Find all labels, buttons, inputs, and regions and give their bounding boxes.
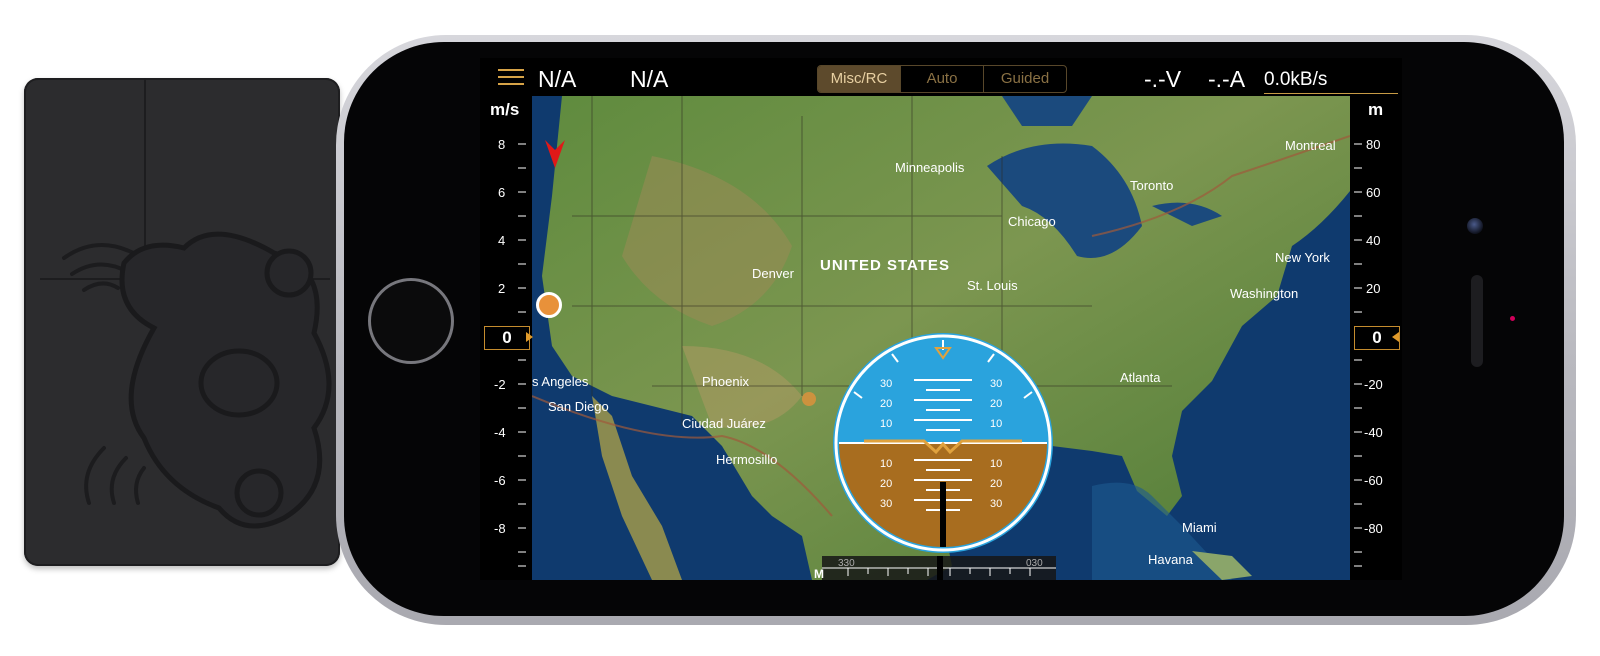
city-label: New York — [1275, 250, 1330, 265]
waypoint-marker[interactable] — [802, 392, 816, 406]
altitude-tick-label: 80 — [1366, 137, 1381, 152]
flight-mode-selector: Misc/RC Auto Guided — [817, 65, 1067, 93]
heading-mark: M — [814, 567, 824, 580]
heading-strip — [822, 556, 1056, 580]
altitude-tick-label: 20 — [1366, 281, 1381, 296]
pitch-label: 10 — [880, 418, 893, 430]
speed-tick-label: -4 — [494, 425, 506, 440]
vehicle-arrow-icon[interactable] — [544, 138, 566, 172]
speed-tick-label: -6 — [494, 473, 506, 488]
city-label: Phoenix — [702, 374, 749, 389]
altitude-tick-label: -40 — [1364, 425, 1383, 440]
app-screen: UNITED STATES Minneapolis Montreal Toron… — [480, 58, 1402, 580]
rate-underline — [1264, 93, 1398, 94]
heading-label: 330 — [838, 558, 855, 569]
speed-tick-label: 4 — [498, 233, 506, 248]
voltage-readout: -.-V — [1144, 66, 1182, 92]
city-label: Miami — [1182, 520, 1217, 535]
mode-auto[interactable]: Auto — [901, 66, 984, 92]
speed-tick-label: -2 — [494, 377, 506, 392]
accessory-module — [24, 78, 340, 566]
earpiece-speaker — [1471, 275, 1483, 367]
mascot-logo-icon — [62, 231, 332, 529]
country-label: UNITED STATES — [820, 257, 950, 274]
pitch-label: 30 — [880, 378, 893, 390]
city-label: Montreal — [1285, 138, 1336, 153]
altitude-tick-label: 40 — [1366, 233, 1381, 248]
city-label: s Angeles — [532, 374, 589, 389]
pitch-label: 30 — [990, 498, 1003, 510]
pitch-label: 10 — [990, 458, 1003, 470]
altitude-tick-label: 60 — [1366, 185, 1381, 200]
city-label: Minneapolis — [895, 160, 965, 175]
altitude-tick-label: -60 — [1364, 473, 1383, 488]
pitch-label: 30 — [990, 378, 1003, 390]
status-bar: N/A N/A Misc/RC Auto Guided -.-V -.-A 0.… — [480, 58, 1402, 96]
mode-misc-rc[interactable]: Misc/RC — [818, 66, 901, 92]
speed-tick-label: 2 — [498, 281, 506, 296]
speed-pointer-icon — [526, 332, 533, 342]
city-label: Havana — [1148, 552, 1193, 567]
city-label: Atlanta — [1120, 370, 1161, 385]
front-camera-icon — [1467, 218, 1483, 234]
mode-guided[interactable]: Guided — [984, 66, 1066, 92]
proximity-sensor — [1510, 316, 1515, 321]
current-readout: -.-A — [1208, 66, 1246, 92]
city-label: Toronto — [1130, 178, 1174, 193]
home-marker-icon[interactable] — [536, 292, 562, 318]
altitude-tick-label: -80 — [1364, 521, 1383, 536]
city-label: Washington — [1230, 286, 1299, 301]
city-label: Chicago — [1008, 214, 1056, 229]
status-right: N/A — [630, 66, 669, 92]
speed-tape: m/s 8 6 4 2 -2 -4 -6 -8 0 — [480, 96, 533, 580]
pitch-label: 20 — [990, 398, 1003, 410]
city-label: San Diego — [548, 399, 609, 414]
altitude-pointer-icon — [1392, 332, 1399, 342]
pitch-label: 20 — [880, 398, 893, 410]
data-rate-readout: 0.0kB/s — [1264, 69, 1328, 90]
attitude-indicator — [833, 333, 1053, 553]
pitch-label: 10 — [880, 458, 893, 470]
city-label: Hermosillo — [716, 452, 778, 467]
hamburger-icon[interactable] — [498, 69, 524, 85]
home-button[interactable] — [368, 278, 454, 364]
pitch-label: 10 — [990, 418, 1003, 430]
pitch-label: 20 — [990, 478, 1003, 490]
pitch-label: 30 — [880, 498, 893, 510]
city-label: Denver — [752, 266, 794, 281]
city-label: Ciudad Juárez — [682, 416, 766, 431]
altitude-tape: m 80 60 40 20 -20 -40 -60 -80 0 — [1350, 96, 1402, 580]
altitude-tick-label: -20 — [1364, 377, 1383, 392]
speed-current-value: 0 — [484, 326, 530, 350]
pitch-label: 20 — [880, 478, 893, 490]
heading-label: 030 — [1026, 558, 1043, 569]
speed-tick-label: 8 — [498, 137, 506, 152]
city-label: St. Louis — [967, 278, 1018, 293]
status-left: N/A — [538, 66, 577, 92]
speed-tick-label: -8 — [494, 521, 506, 536]
speed-tick-label: 6 — [498, 185, 506, 200]
